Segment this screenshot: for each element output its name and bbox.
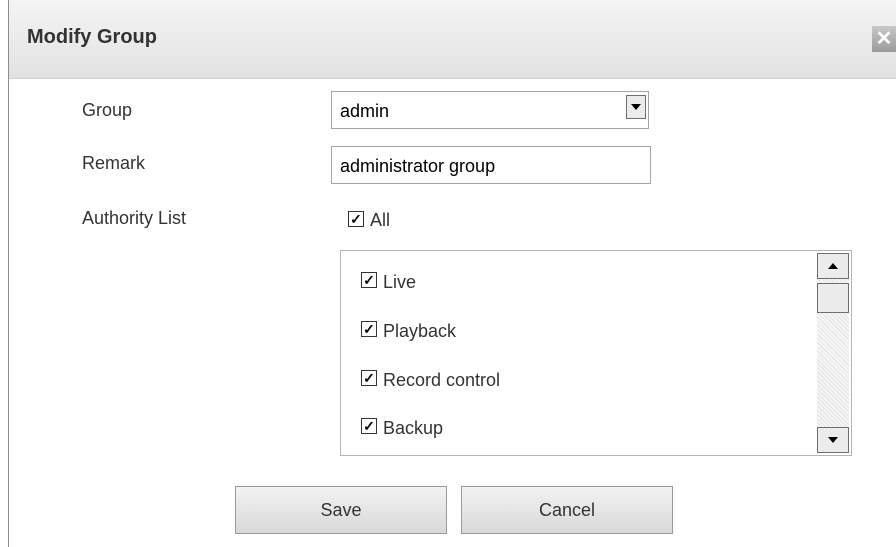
remark-label: Remark bbox=[82, 153, 146, 173]
authority-label-playback: Playback bbox=[383, 321, 457, 341]
cancel-button[interactable]: Cancel bbox=[461, 486, 673, 534]
save-button[interactable]: Save bbox=[235, 486, 447, 534]
all-checkbox-label: All bbox=[370, 210, 391, 230]
remark-input-value: administrator group bbox=[340, 156, 496, 176]
checkmark-icon: ✓ bbox=[363, 418, 375, 434]
close-button[interactable]: ✕ bbox=[872, 26, 896, 52]
group-label: Group bbox=[82, 100, 133, 120]
dialog-titlebar: Modify Group ✕ bbox=[9, 0, 896, 79]
listbox-scrollbar[interactable] bbox=[817, 253, 849, 453]
checkmark-icon: ✓ bbox=[363, 272, 375, 288]
arrow-up-icon bbox=[828, 263, 838, 269]
group-select[interactable]: admin bbox=[331, 91, 649, 129]
authority-list-label: Authority List bbox=[82, 208, 187, 228]
dropdown-button[interactable] bbox=[626, 95, 646, 119]
checkmark-icon: ✓ bbox=[363, 321, 375, 337]
checkmark-icon: ✓ bbox=[363, 370, 375, 386]
authority-listbox[interactable]: ✓ Live ✓ Playback ✓ Record control ✓ Bac… bbox=[340, 250, 852, 456]
authority-checkbox-playback[interactable]: ✓ bbox=[361, 321, 377, 337]
scroll-up-button[interactable] bbox=[817, 253, 849, 279]
chevron-down-icon bbox=[631, 104, 641, 110]
authority-checkbox-record-control[interactable]: ✓ bbox=[361, 370, 377, 386]
scroll-down-button[interactable] bbox=[817, 427, 849, 453]
all-checkbox[interactable]: ✓ bbox=[348, 211, 364, 227]
authority-checkbox-backup[interactable]: ✓ bbox=[361, 418, 377, 434]
checkmark-icon: ✓ bbox=[350, 211, 362, 227]
authority-checkbox-live[interactable]: ✓ bbox=[361, 272, 377, 288]
authority-label-backup: Backup bbox=[383, 418, 444, 438]
remark-input[interactable]: administrator group bbox=[331, 146, 651, 184]
modify-group-dialog: Modify Group ✕ Group admin Remark admini… bbox=[8, 0, 896, 547]
authority-label-record-control: Record control bbox=[383, 370, 501, 390]
group-select-value: admin bbox=[340, 101, 390, 121]
arrow-down-icon bbox=[828, 437, 838, 443]
authority-label-live: Live bbox=[383, 272, 417, 292]
dialog-title: Modify Group bbox=[27, 26, 157, 48]
scroll-thumb[interactable] bbox=[817, 283, 849, 313]
close-icon: ✕ bbox=[875, 28, 893, 50]
